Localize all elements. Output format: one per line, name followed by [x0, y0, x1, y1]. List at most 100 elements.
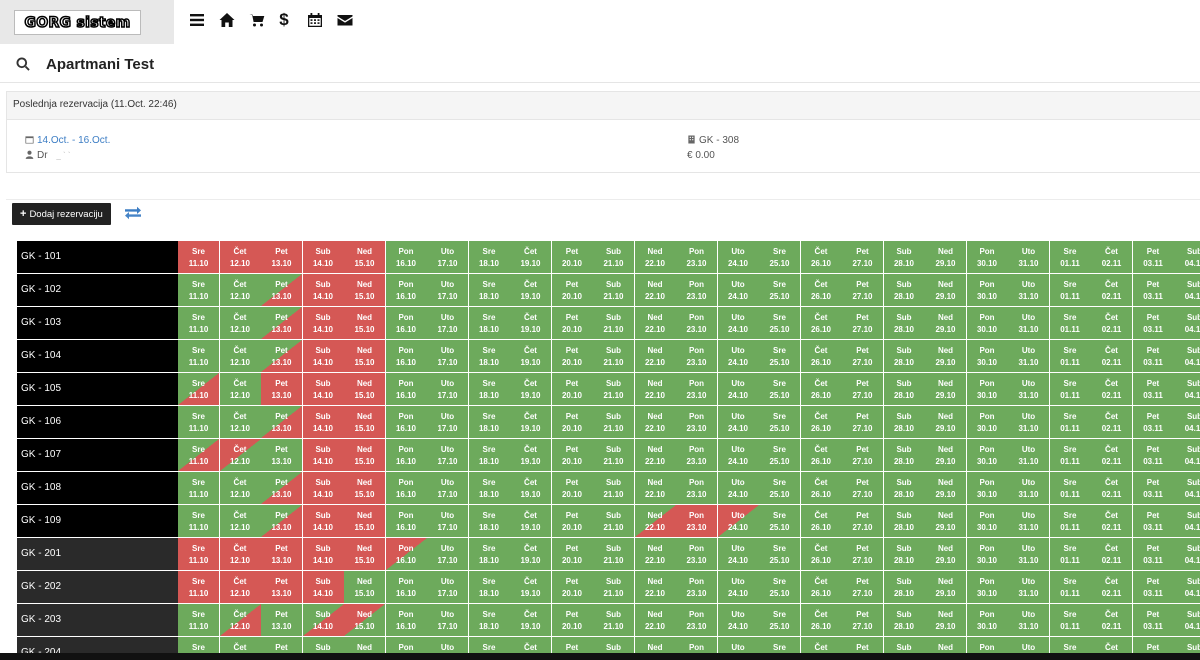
day-cell[interactable]: Sre 18.10	[468, 373, 510, 405]
day-cell[interactable]: Sre 11.10	[178, 307, 219, 339]
day-cell[interactable]: Uto24.10	[717, 637, 759, 653]
day-cell[interactable]: Ned29.10	[925, 274, 966, 306]
day-cell[interactable]: Čet26.10	[800, 637, 842, 653]
day-cell[interactable]: Čet 19.10	[510, 439, 551, 471]
day-cell[interactable]: Uto24.10	[717, 538, 759, 570]
day-cell[interactable]: Uto24.10	[717, 274, 759, 306]
day-cell[interactable]: Pet 13.10	[261, 406, 302, 438]
day-cell[interactable]: Pon 16.10	[385, 439, 427, 471]
day-cell[interactable]: Čet 02.11	[1091, 604, 1132, 636]
day-cell[interactable]: Pon 16.10	[385, 373, 427, 405]
day-cell[interactable]: Ned 22.10	[634, 340, 676, 372]
day-cell[interactable]: Uto17.10	[427, 604, 468, 636]
day-cell[interactable]: Sub 21.10	[593, 472, 634, 504]
day-cell[interactable]: Pon30.10	[966, 439, 1008, 471]
day-cell[interactable]: Čet 12.10	[219, 505, 261, 537]
day-cell[interactable]: Ned 15.10	[344, 241, 385, 273]
day-cell[interactable]: Sub 14.10	[302, 604, 344, 636]
day-cell[interactable]: Sub 21.10	[593, 406, 634, 438]
day-cell[interactable]: Sre01.11	[1049, 571, 1091, 603]
day-cell[interactable]: Čet26.10	[800, 340, 842, 372]
day-cell[interactable]: Čet26.10	[800, 241, 842, 273]
day-cell[interactable]: Pon 23.10	[676, 472, 717, 504]
day-cell[interactable]: Pon 16.10	[385, 538, 427, 570]
day-cell[interactable]: Sub 04.11	[1174, 538, 1200, 570]
day-cell[interactable]: Pet 03.11	[1132, 439, 1174, 471]
day-cell[interactable]: Pon 23.10	[676, 538, 717, 570]
day-cell[interactable]: Čet 02.11	[1091, 439, 1132, 471]
day-cell[interactable]: Čet 19.10	[510, 604, 551, 636]
day-cell[interactable]: Uto24.10	[717, 571, 759, 603]
unit-label[interactable]: GK - 202	[17, 571, 178, 603]
day-cell[interactable]: Sub 14.10	[302, 439, 344, 471]
day-cell[interactable]: Uto17.10	[427, 571, 468, 603]
day-cell[interactable]: Uto24.10	[717, 307, 759, 339]
day-cell[interactable]: Sre 25.10	[759, 373, 800, 405]
day-cell[interactable]: Čet 02.11	[1091, 406, 1132, 438]
day-cell[interactable]: Pon30.10	[966, 637, 1008, 653]
day-cell[interactable]: Ned 22.10	[634, 505, 676, 537]
day-cell[interactable]: Uto17.10	[427, 274, 468, 306]
day-cell[interactable]: Uto 31.10	[1008, 274, 1049, 306]
day-cell[interactable]: Čet 02.11	[1091, 538, 1132, 570]
day-cell[interactable]: Ned29.10	[925, 637, 966, 653]
day-cell[interactable]: Sre01.11	[1049, 340, 1091, 372]
day-cell[interactable]: Ned 15.10	[344, 373, 385, 405]
day-cell[interactable]: Pet 13.10	[261, 373, 302, 405]
day-cell[interactable]: Uto 31.10	[1008, 538, 1049, 570]
day-cell[interactable]: Uto 31.10	[1008, 571, 1049, 603]
cart-icon[interactable]	[249, 12, 265, 28]
day-cell[interactable]: Čet26.10	[800, 571, 842, 603]
day-cell[interactable]: Uto17.10	[427, 340, 468, 372]
day-cell[interactable]: Uto24.10	[717, 340, 759, 372]
day-cell[interactable]: Pet 03.11	[1132, 472, 1174, 504]
day-cell[interactable]: Pet 20.10	[551, 406, 593, 438]
day-cell[interactable]: Ned 22.10	[634, 538, 676, 570]
day-cell[interactable]: Pet 13.10	[261, 472, 302, 504]
day-cell[interactable]: Pet 27.10	[842, 604, 883, 636]
day-cell[interactable]: Sre01.11	[1049, 505, 1091, 537]
day-cell[interactable]: Čet26.10	[800, 373, 842, 405]
day-cell[interactable]: Uto 31.10	[1008, 439, 1049, 471]
day-cell[interactable]: Uto 31.10	[1008, 604, 1049, 636]
day-cell[interactable]: Sub 04.11	[1174, 241, 1200, 273]
day-cell[interactable]: Sub 28.10	[883, 505, 925, 537]
day-cell[interactable]: Pet 03.11	[1132, 538, 1174, 570]
day-cell[interactable]: Pet 20.10	[551, 274, 593, 306]
unit-label[interactable]: GK - 101	[17, 241, 178, 273]
day-cell[interactable]: Sub 21.10	[593, 340, 634, 372]
day-cell[interactable]: Pon 23.10	[676, 373, 717, 405]
day-cell[interactable]: Pon 16.10	[385, 340, 427, 372]
day-cell[interactable]: Sre 18.10	[468, 241, 510, 273]
day-cell[interactable]: Sre01.11	[1049, 637, 1091, 653]
unit-label[interactable]: GK - 204	[17, 637, 178, 653]
day-cell[interactable]: Sre 18.10	[468, 472, 510, 504]
day-cell[interactable]: Sre 18.10	[468, 406, 510, 438]
day-cell[interactable]: Pon30.10	[966, 604, 1008, 636]
day-cell[interactable]: Pet 27.10	[842, 439, 883, 471]
day-cell[interactable]: Ned 22.10	[634, 439, 676, 471]
day-cell[interactable]: Čet 12.10	[219, 274, 261, 306]
day-cell[interactable]: Pon 16.10	[385, 274, 427, 306]
day-cell[interactable]: Sub 28.10	[883, 439, 925, 471]
day-cell[interactable]: Ned29.10	[925, 571, 966, 603]
day-cell[interactable]: Sre 11.10	[178, 538, 219, 570]
unit-label[interactable]: GK - 105	[17, 373, 178, 405]
day-cell[interactable]: Pet 13.10	[261, 439, 302, 471]
day-cell[interactable]: Pon 16.10	[385, 406, 427, 438]
day-cell[interactable]: Pet 27.10	[842, 373, 883, 405]
menu-icon[interactable]	[189, 12, 205, 28]
unit-label[interactable]: GK - 108	[17, 472, 178, 504]
day-cell[interactable]: Pet 20.10	[551, 241, 593, 273]
day-cell[interactable]: Sre 25.10	[759, 604, 800, 636]
day-cell[interactable]: Sre01.11	[1049, 373, 1091, 405]
day-cell[interactable]: Uto17.10	[427, 406, 468, 438]
day-cell[interactable]: Pon30.10	[966, 406, 1008, 438]
day-cell[interactable]: Pet 27.10	[842, 340, 883, 372]
day-cell[interactable]: Čet 02.11	[1091, 571, 1132, 603]
day-cell[interactable]: Čet 19.10	[510, 307, 551, 339]
day-cell[interactable]: Pon 23.10	[676, 505, 717, 537]
day-cell[interactable]: Uto17.10	[427, 637, 468, 653]
day-cell[interactable]: Pon30.10	[966, 373, 1008, 405]
calendar-icon[interactable]	[307, 12, 323, 28]
